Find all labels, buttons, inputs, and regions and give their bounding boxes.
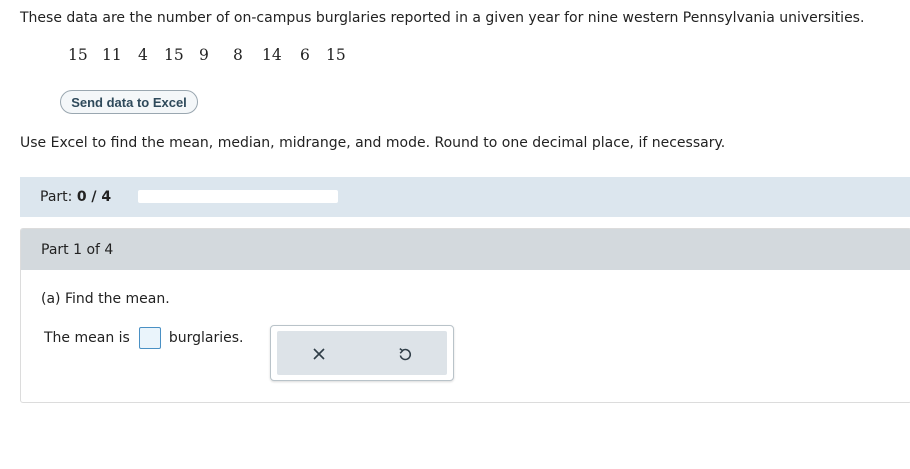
answer-tools-inner [277, 331, 447, 375]
answer-prefix: The mean is [44, 330, 130, 346]
data-value: 4 [138, 46, 148, 64]
send-to-excel-button[interactable]: Send data to Excel [60, 90, 198, 114]
mean-answer-input[interactable] [138, 327, 161, 349]
progress-track [138, 190, 338, 203]
x-icon [313, 348, 325, 360]
data-value: 11 [102, 46, 122, 64]
clear-button[interactable] [308, 343, 330, 365]
intro-text: These data are the number of on-campus b… [20, 10, 865, 26]
data-value: 9 [199, 46, 209, 64]
answer-tools-panel [270, 325, 454, 381]
part-progress-label: Part: 0 / 4 [40, 189, 111, 205]
data-value: 15 [68, 46, 88, 64]
undo-icon [399, 348, 412, 361]
data-value: 14 [262, 46, 282, 64]
data-value: 8 [233, 46, 243, 64]
question-card: Part 1 of 4 (a) Find the mean. The mean … [20, 228, 910, 403]
part-header: Part 1 of 4 [21, 229, 910, 270]
data-values: 15 11 4 15 9 8 14 6 15 [68, 46, 346, 64]
answer-line: The mean is burglaries. [44, 327, 243, 349]
data-value: 15 [164, 46, 184, 64]
data-value: 6 [300, 46, 310, 64]
instructions-text: Use Excel to find the mean, median, midr… [20, 135, 726, 151]
part-header-label: Part 1 of 4 [41, 242, 114, 258]
question-text: (a) Find the mean. [41, 291, 170, 307]
part-progress-value: 0 / 4 [76, 189, 112, 205]
data-value: 15 [326, 46, 346, 64]
undo-button[interactable] [394, 343, 416, 365]
answer-suffix: burglaries. [168, 330, 244, 346]
part-label-prefix: Part: [40, 189, 73, 205]
part-progress-bar: Part: 0 / 4 [20, 177, 910, 217]
